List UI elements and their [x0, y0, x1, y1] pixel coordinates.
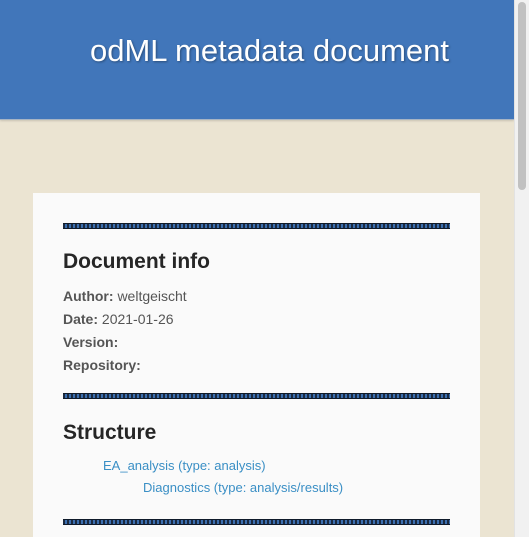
- vertical-scrollbar[interactable]: [514, 0, 529, 537]
- scrollbar-thumb[interactable]: [518, 2, 526, 190]
- document-info-heading: Document info: [63, 250, 210, 273]
- date-label: Date:: [63, 311, 99, 327]
- structure-item-ea-analysis-link[interactable]: EA_analysis (type: analysis): [103, 458, 266, 473]
- version-label: Version:: [63, 334, 119, 350]
- date-row: Date: 2021-01-26: [63, 311, 174, 327]
- author-row: Author: weltgeischt: [63, 288, 187, 304]
- section-divider: [63, 393, 450, 399]
- content-card: Document info Author: weltgeischt Date: …: [33, 193, 480, 537]
- version-row: Version:: [63, 334, 118, 350]
- repository-row: Repository:: [63, 357, 141, 373]
- repository-label: Repository:: [63, 357, 141, 373]
- structure-item-diagnostics-link[interactable]: Diagnostics (type: analysis/results): [143, 480, 343, 495]
- structure-heading: Structure: [63, 421, 157, 444]
- date-value: 2021-01-26: [101, 311, 174, 327]
- section-divider: [63, 223, 450, 229]
- page-header: odML metadata document: [0, 0, 514, 120]
- page-title: odML metadata document: [90, 33, 450, 68]
- author-value: weltgeischt: [117, 288, 187, 304]
- section-divider: [63, 519, 450, 525]
- author-label: Author:: [63, 288, 114, 304]
